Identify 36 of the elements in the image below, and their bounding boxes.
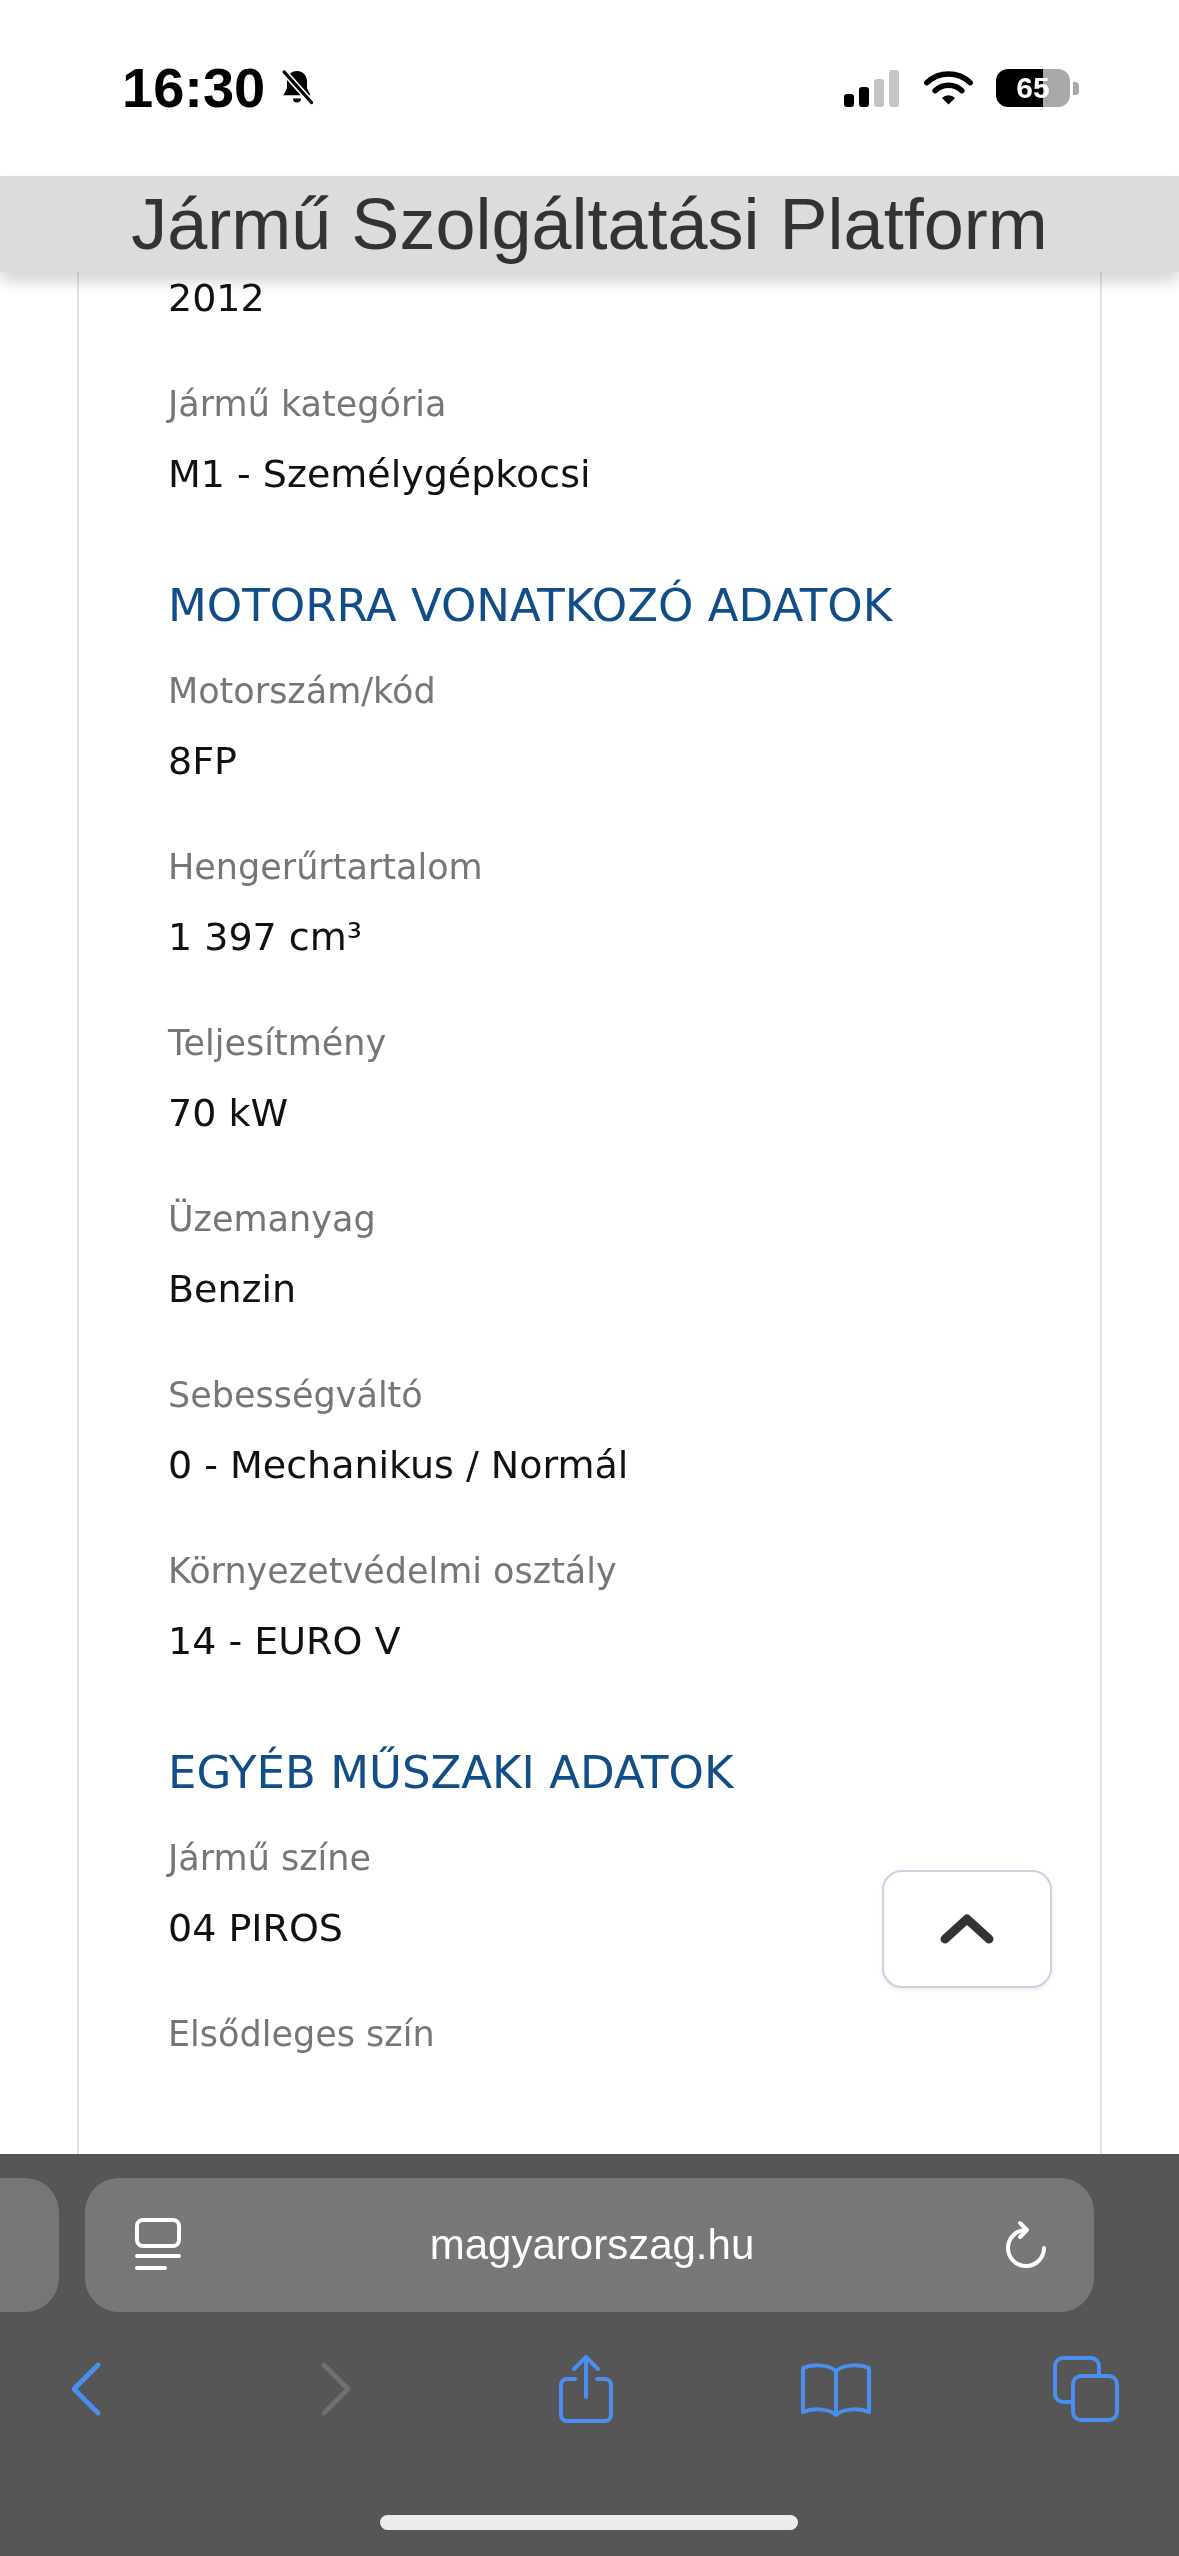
field-label: Környezetvédelmi osztály: [168, 1550, 617, 1593]
section-heading: MOTORRA VONATKOZÓ ADATOK: [168, 578, 893, 634]
field-value: 1 397 cm³: [168, 914, 362, 961]
back-chevron-icon: [70, 2361, 102, 2417]
forward-chevron-icon: [320, 2361, 352, 2417]
wifi-icon: [923, 70, 974, 106]
field-value: 04 PIROS: [168, 1905, 343, 1952]
field-label: Elsődleges szín: [168, 2013, 435, 2056]
field-value: Benzin: [168, 1266, 297, 1313]
field-value: 14 - EURO V: [168, 1618, 401, 1665]
field-label: Sebességváltó: [168, 1374, 423, 1417]
section-heading: EGYÉB MŰSZAKI ADATOK: [168, 1745, 734, 1801]
field-label: Motorszám/kód: [168, 670, 436, 713]
field-value: 8FP: [168, 738, 237, 785]
cellular-signal-icon: [844, 69, 900, 107]
back-button[interactable]: [70, 2361, 102, 2417]
site-title: Jármű Szolgáltatási Platform: [131, 184, 1048, 264]
address-bar[interactable]: magyarorszag.hu: [85, 2178, 1094, 2312]
scroll-to-top-button[interactable]: [882, 1870, 1052, 1988]
field-label: Teljesítmény: [168, 1022, 387, 1065]
field-label: Üzemanyag: [168, 1197, 376, 1241]
reader-icon[interactable]: [134, 2217, 182, 2273]
field-label: Jármű színe: [168, 1837, 371, 1880]
field-label: Jármű kategória: [168, 383, 447, 426]
status-time: 16:30: [122, 60, 266, 116]
field-label: Hengerűrtartalom: [168, 846, 483, 889]
share-icon[interactable]: [557, 2353, 615, 2425]
field-value: 2012: [168, 275, 265, 322]
field-value: 0 - Mechanikus / Normál: [168, 1442, 629, 1489]
previous-tab-address-bar[interactable]: [0, 2178, 59, 2312]
url-text[interactable]: magyarorszag.hu: [429, 2219, 755, 2271]
field-value: M1 - Személygépkocsi: [168, 451, 591, 498]
field-value: 70 kW: [168, 1090, 288, 1137]
open-book-icon[interactable]: [800, 2361, 872, 2417]
chevron-up-icon: [939, 1913, 995, 1945]
tabs-icon[interactable]: [1052, 2355, 1120, 2423]
